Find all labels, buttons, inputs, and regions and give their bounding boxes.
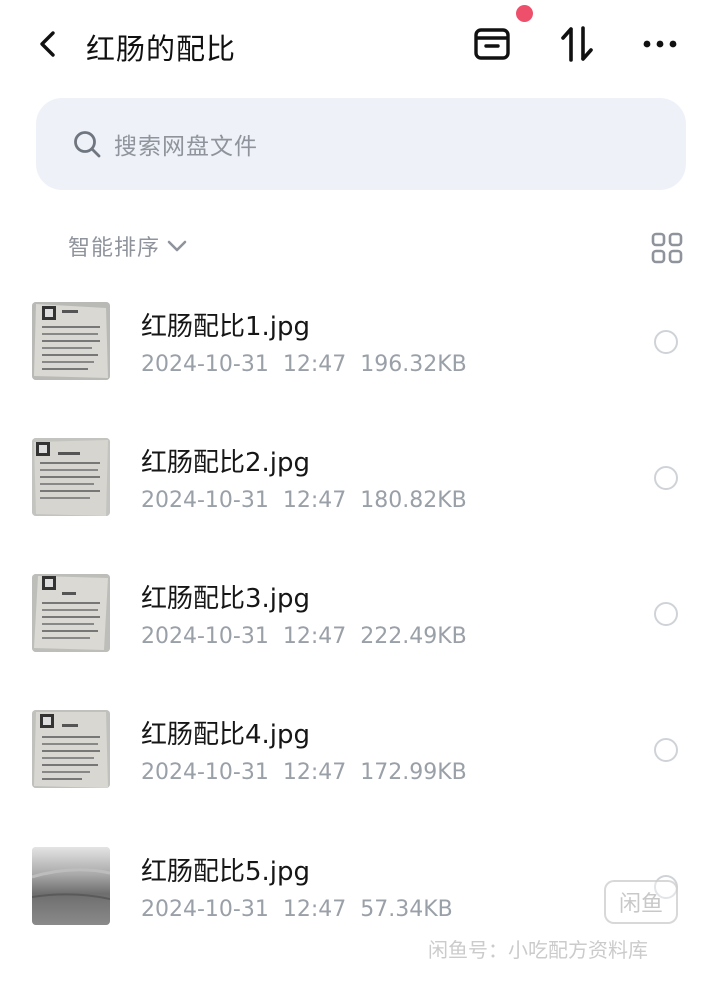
sort-dropdown[interactable]: 智能排序 [68, 230, 190, 262]
sort-arrows-icon [561, 26, 593, 62]
list-item[interactable]: 红肠配比4.jpg 2024-10-31 12:47 172.99KB [0, 698, 708, 808]
file-thumbnail [32, 710, 110, 788]
file-time: 12:47 [282, 760, 347, 785]
file-time: 12:47 [282, 897, 347, 922]
file-date: 2024-10-31 [141, 897, 269, 922]
file-name: 红肠配比5.jpg [141, 857, 311, 887]
list-item[interactable]: 红肠配比5.jpg 2024-10-31 12:47 57.34KB [0, 835, 708, 945]
file-name: 红肠配比2.jpg [141, 448, 311, 478]
file-thumbnail [32, 438, 110, 516]
select-radio[interactable] [654, 602, 678, 626]
file-time: 12:47 [282, 352, 347, 377]
archive-button[interactable] [470, 22, 514, 66]
more-dots-icon [643, 40, 677, 48]
search-icon [74, 131, 101, 158]
select-radio[interactable] [654, 466, 678, 490]
file-date: 2024-10-31 [141, 624, 269, 649]
file-size: 196.32KB [360, 352, 467, 377]
list-item[interactable]: 红肠配比2.jpg 2024-10-31 12:47 180.82KB [0, 426, 708, 536]
top-bar: 红肠的配比 [0, 0, 708, 92]
notification-dot [516, 5, 533, 22]
sort-label: 智能排序 [68, 236, 161, 261]
file-meta: 2024-10-31 12:47 222.49KB [141, 624, 467, 649]
file-date: 2024-10-31 [141, 488, 269, 513]
watermark-logo: 闲鱼 [604, 880, 678, 924]
file-name: 红肠配比1.jpg [141, 312, 311, 342]
search-placeholder: 搜索网盘文件 [114, 134, 258, 160]
file-size: 57.34KB [360, 897, 453, 922]
file-name: 红肠配比3.jpg [141, 584, 311, 614]
file-meta: 2024-10-31 12:47 57.34KB [141, 897, 453, 922]
file-name: 红肠配比4.jpg [141, 720, 311, 750]
file-time: 12:47 [282, 488, 347, 513]
grid-view-button[interactable] [650, 231, 684, 265]
file-meta: 2024-10-31 12:47 180.82KB [141, 488, 467, 513]
more-button[interactable] [638, 22, 682, 66]
back-button[interactable] [30, 24, 66, 64]
list-item[interactable]: 红肠配比3.jpg 2024-10-31 12:47 222.49KB [0, 562, 708, 672]
file-size: 180.82KB [360, 488, 467, 513]
file-size: 172.99KB [360, 760, 467, 785]
sort-button[interactable] [555, 22, 599, 66]
search-input[interactable]: 搜索网盘文件 [36, 98, 686, 190]
file-time: 12:47 [282, 624, 347, 649]
watermark-text: 闲鱼号：小吃配方资料库 [428, 938, 648, 962]
select-radio[interactable] [654, 738, 678, 762]
file-thumbnail [32, 847, 110, 925]
list-item[interactable]: 红肠配比1.jpg 2024-10-31 12:47 196.32KB [0, 290, 708, 400]
file-date: 2024-10-31 [141, 760, 269, 785]
chevron-left-icon [40, 31, 55, 57]
file-size: 222.49KB [360, 624, 467, 649]
file-date: 2024-10-31 [141, 352, 269, 377]
file-meta: 2024-10-31 12:47 172.99KB [141, 760, 467, 785]
archive-box-icon [474, 28, 510, 60]
file-meta: 2024-10-31 12:47 196.32KB [141, 352, 467, 377]
select-radio[interactable] [654, 330, 678, 354]
file-thumbnail [32, 574, 110, 652]
page-title: 红肠的配比 [86, 32, 237, 66]
grid-view-icon [651, 232, 683, 264]
chevron-down-icon [167, 240, 187, 252]
file-thumbnail [32, 302, 110, 380]
